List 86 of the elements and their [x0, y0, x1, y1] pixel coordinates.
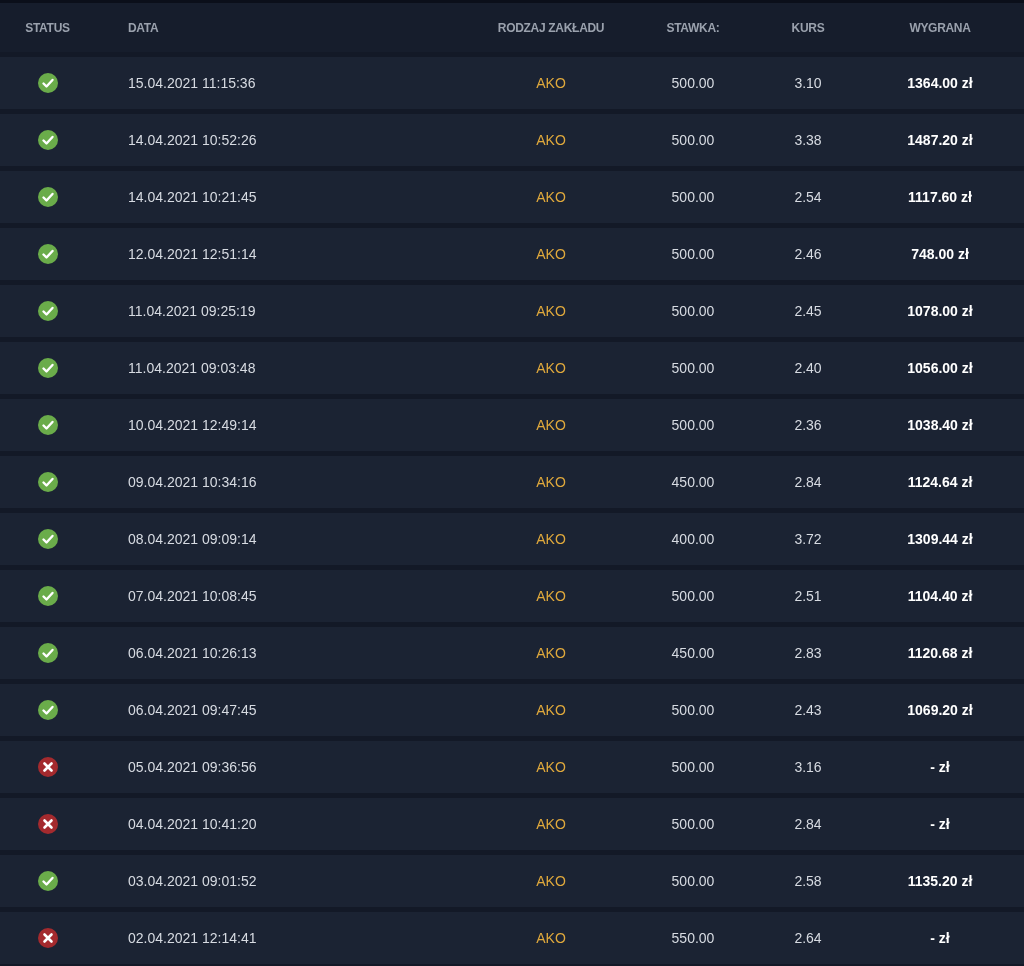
stake-cell-text: 500.00	[670, 360, 716, 376]
date-cell-text: 02.04.2021 12:14:41	[127, 930, 258, 946]
win-cell-text: 1309.44 zł	[906, 531, 974, 547]
win-cell-text: 1135.20 zł	[906, 873, 974, 889]
stake-cell-text: 400.00	[670, 531, 716, 547]
stake-cell-text: 500.00	[670, 303, 716, 319]
stake-cell-text: 450.00	[670, 474, 716, 490]
win-cell-text: 1117.60 zł	[907, 189, 973, 205]
stake-cell-text: 500.00	[670, 873, 716, 889]
stake-cell-text: 500.00	[670, 702, 716, 718]
win-cell-text: 1056.00 zł	[906, 360, 974, 376]
date-cell-text: 07.04.2021 10:08:45	[127, 588, 258, 604]
date-cell-text: 11.04.2021 09:03:48	[127, 360, 257, 376]
stake-cell-text: 550.00	[670, 930, 716, 946]
stake-cell-text: 500.00	[670, 189, 716, 205]
win-cell-text: 1487.20 zł	[906, 132, 974, 148]
odds-cell-text: 2.46	[793, 246, 823, 262]
bet-type-cell-text: AKO	[535, 474, 567, 490]
odds-cell-text: 2.54	[793, 189, 823, 205]
date-cell-text: 15.04.2021 11:15:36	[127, 75, 257, 91]
win-cell-text: - zł	[929, 816, 951, 832]
odds-cell-text: 2.84	[793, 474, 823, 490]
bet-type-cell-text: AKO	[535, 816, 567, 832]
odds-cell-text: 3.10	[793, 75, 823, 91]
win-cell-text: 1104.40 zł	[906, 588, 974, 604]
bet-type-cell-text: AKO	[535, 360, 567, 376]
stake-cell-text: 500.00	[670, 816, 716, 832]
stake-cell-text: 500.00	[670, 246, 716, 262]
win-cell-text: 1038.40 zł	[906, 417, 974, 433]
odds-cell-text: 2.83	[793, 645, 823, 661]
odds-cell-text: 2.45	[793, 303, 823, 319]
column-header: RODZAJ ZAKŁADU	[496, 20, 606, 35]
bet-type-cell-text: AKO	[535, 873, 567, 889]
date-cell-text: 04.04.2021 10:41:20	[127, 816, 258, 832]
odds-cell-text: 2.84	[793, 816, 823, 832]
bet-type-cell-text: AKO	[535, 417, 567, 433]
column-header: STATUS	[24, 20, 71, 35]
date-cell-text: 06.04.2021 09:47:45	[127, 702, 258, 718]
date-cell-text: 08.04.2021 09:09:14	[127, 531, 258, 547]
column-header: STAWKA:	[665, 20, 721, 35]
win-cell-text: 748.00 zł	[910, 246, 970, 262]
date-cell-text: 12.04.2021 12:51:14	[127, 246, 258, 262]
stake-cell-text: 450.00	[670, 645, 716, 661]
bet-type-cell-text: AKO	[535, 132, 567, 148]
odds-cell-text: 2.51	[793, 588, 823, 604]
win-cell-text: 1120.68 zł	[906, 645, 974, 661]
date-cell-text: 09.04.2021 10:34:16	[127, 474, 258, 490]
bet-type-cell-text: AKO	[535, 531, 567, 547]
odds-cell-text: 2.58	[793, 873, 823, 889]
odds-cell-text: 2.43	[793, 702, 823, 718]
bet-type-cell-text: AKO	[535, 702, 567, 718]
bet-type-cell-text: AKO	[535, 588, 567, 604]
column-header: WYGRANA	[908, 20, 972, 35]
win-cell-text: 1364.00 zł	[906, 75, 974, 91]
date-cell-text: 10.04.2021 12:49:14	[127, 417, 258, 433]
column-header: DATA	[127, 20, 160, 35]
date-cell-text: 06.04.2021 10:26:13	[127, 645, 258, 661]
odds-cell-text: 3.16	[793, 759, 823, 775]
stake-cell-text: 500.00	[670, 759, 716, 775]
odds-cell-text: 3.72	[793, 531, 823, 547]
stake-cell-text: 500.00	[670, 588, 716, 604]
win-cell-text: - zł	[929, 930, 951, 946]
bet-type-cell-text: AKO	[535, 75, 567, 91]
date-cell-text: 03.04.2021 09:01:52	[127, 873, 258, 889]
odds-cell-text: 2.40	[793, 360, 823, 376]
win-cell-text: 1124.64 zł	[906, 474, 974, 490]
bet-type-cell-text: AKO	[535, 645, 567, 661]
odds-cell-text: 3.38	[793, 132, 823, 148]
bet-type-cell-text: AKO	[535, 303, 567, 319]
stake-cell-text: 500.00	[670, 132, 716, 148]
win-cell-text: 1069.20 zł	[906, 702, 974, 718]
bet-type-cell-text: AKO	[535, 189, 567, 205]
date-cell-text: 05.04.2021 09:36:56	[127, 759, 258, 775]
bet-type-cell-text: AKO	[535, 759, 567, 775]
date-cell-text: 14.04.2021 10:52:26	[127, 132, 258, 148]
date-cell-text: 14.04.2021 10:21:45	[127, 189, 258, 205]
stake-cell-text: 500.00	[670, 417, 716, 433]
date-cell-text: 11.04.2021 09:25:19	[127, 303, 257, 319]
odds-cell-text: 2.64	[793, 930, 823, 946]
bet-type-cell-text: AKO	[535, 246, 567, 262]
stake-cell-text: 500.00	[670, 75, 716, 91]
bet-type-cell-text: AKO	[535, 930, 567, 946]
odds-cell-text: 2.36	[793, 417, 823, 433]
column-header: KURS	[790, 20, 826, 35]
win-cell-text: - zł	[929, 759, 951, 775]
win-cell-text: 1078.00 zł	[906, 303, 974, 319]
